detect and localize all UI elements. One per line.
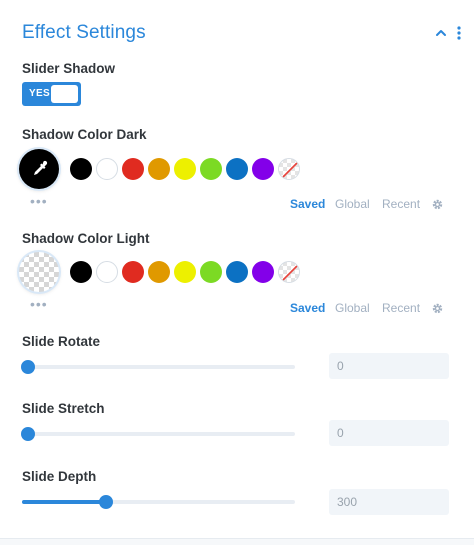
toggle-knob — [51, 85, 78, 103]
vertical-dots-icon[interactable] — [454, 25, 464, 41]
slide-stretch-label: Slide Stretch — [22, 401, 105, 416]
slide-depth-input[interactable] — [329, 489, 449, 515]
panel-footer-edge — [0, 538, 474, 545]
swatch-none[interactable] — [278, 158, 300, 180]
tab-saved[interactable]: Saved — [290, 197, 325, 211]
slider-thumb[interactable] — [21, 427, 35, 441]
chevron-up-icon[interactable] — [434, 26, 448, 40]
swatch-purple[interactable] — [252, 261, 274, 283]
shadow-color-dark-picker[interactable] — [19, 149, 59, 189]
swatch-orange[interactable] — [148, 261, 170, 283]
slide-stretch-slider[interactable] — [21, 427, 295, 441]
tab-recent[interactable]: Recent — [382, 301, 420, 315]
section-header[interactable]: Effect Settings — [22, 22, 462, 46]
swatch-green[interactable] — [200, 261, 222, 283]
gear-icon[interactable] — [431, 302, 444, 315]
slide-rotate-slider[interactable] — [21, 360, 295, 374]
swatch-yellow[interactable] — [174, 261, 196, 283]
tab-saved[interactable]: Saved — [290, 301, 325, 315]
slide-rotate-label: Slide Rotate — [22, 334, 101, 349]
shadow-color-light-picker[interactable] — [19, 252, 59, 292]
slide-depth-slider[interactable] — [22, 495, 295, 509]
gear-icon[interactable] — [431, 198, 444, 211]
no-color-icon — [282, 162, 298, 178]
slider-shadow-toggle[interactable]: YES — [22, 82, 81, 106]
swatch-black[interactable] — [70, 261, 92, 283]
swatch-black[interactable] — [70, 158, 92, 180]
shadow-color-light-label: Shadow Color Light — [22, 231, 150, 246]
slide-rotate-input[interactable] — [329, 353, 449, 379]
swatch-purple[interactable] — [252, 158, 274, 180]
no-color-icon — [282, 265, 298, 281]
swatch-white[interactable] — [96, 158, 118, 180]
slider-fill — [22, 500, 107, 504]
effect-settings-panel: Effect Settings Slider Shadow YES Shadow… — [0, 0, 474, 545]
swatch-yellow[interactable] — [174, 158, 196, 180]
more-swatches-dots[interactable]: ••• — [30, 297, 48, 311]
swatch-red[interactable] — [122, 158, 144, 180]
tab-global[interactable]: Global — [335, 197, 370, 211]
slider-thumb[interactable] — [21, 360, 35, 374]
swatch-blue[interactable] — [226, 158, 248, 180]
slider-thumb[interactable] — [99, 495, 114, 509]
swatch-red[interactable] — [122, 261, 144, 283]
more-swatches-dots[interactable]: ••• — [30, 194, 48, 208]
slider-shadow-label: Slider Shadow — [22, 61, 116, 76]
eyedropper-icon — [34, 160, 48, 175]
section-title: Effect Settings — [22, 22, 146, 43]
tab-global[interactable]: Global — [335, 301, 370, 315]
shadow-color-dark-label: Shadow Color Dark — [22, 127, 147, 142]
tab-recent[interactable]: Recent — [382, 197, 420, 211]
swatch-orange[interactable] — [148, 158, 170, 180]
slide-depth-label: Slide Depth — [22, 469, 97, 484]
swatch-blue[interactable] — [226, 261, 248, 283]
swatch-none[interactable] — [278, 261, 300, 283]
toggle-text: YES — [29, 88, 50, 99]
slide-stretch-input[interactable] — [329, 420, 449, 446]
swatch-green[interactable] — [200, 158, 222, 180]
swatch-white[interactable] — [96, 261, 118, 283]
